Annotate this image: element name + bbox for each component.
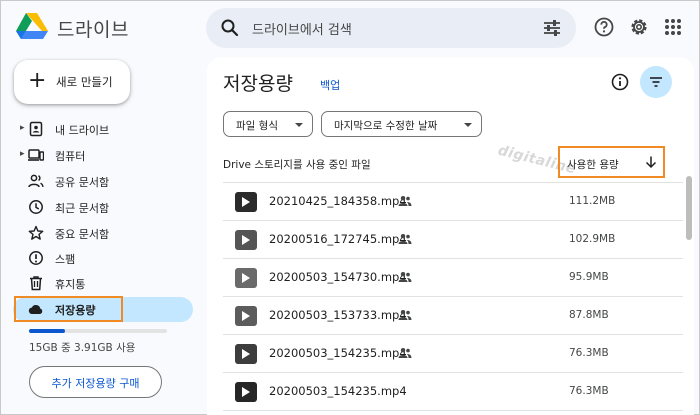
play-icon bbox=[242, 235, 250, 245]
modified-date-filter[interactable]: 마지막으로 수정한 날짜 bbox=[321, 111, 482, 137]
storage-usage-text: 15GB 중 3.91GB 사용 bbox=[29, 342, 136, 354]
sidebar-item-spam[interactable]: 스팸 bbox=[13, 246, 193, 271]
storage-usage-fill bbox=[29, 329, 65, 333]
new-button-label: 새로 만들기 bbox=[56, 75, 113, 89]
trash-icon bbox=[30, 276, 42, 291]
file-type-filter-label: 파일 형식 bbox=[236, 120, 278, 132]
page-title: 저장용량 bbox=[223, 73, 293, 95]
file-name: 20200503_153733.mp4 bbox=[269, 308, 407, 322]
video-thumbnail bbox=[235, 268, 257, 288]
sidebar-item-recent[interactable]: 최근 문서함 bbox=[13, 195, 193, 220]
file-size: 111.2MB bbox=[569, 195, 616, 207]
video-thumbnail bbox=[235, 192, 257, 212]
sidebar-item-label: 내 드라이브 bbox=[55, 124, 110, 137]
dropdown-arrow-icon bbox=[295, 123, 303, 127]
shared-people-icon bbox=[398, 348, 412, 358]
buy-storage-button[interactable]: 추가 저장용량 구매 bbox=[29, 366, 162, 398]
filter-button[interactable] bbox=[640, 66, 672, 98]
computer-icon bbox=[28, 149, 44, 161]
sidebar-item-label: 휴지통 bbox=[55, 278, 86, 291]
file-size: 76.3MB bbox=[569, 385, 609, 397]
video-thumbnail bbox=[235, 230, 257, 250]
file-row[interactable]: 20200503_154235.mp4 76.3MB bbox=[223, 335, 683, 373]
recent-icon bbox=[29, 200, 43, 214]
shared-people-icon bbox=[398, 196, 412, 206]
sort-descending-icon[interactable] bbox=[644, 155, 658, 169]
file-row[interactable]: 20200516_172745.mp4 102.9MB bbox=[223, 221, 683, 259]
storage-usage-bar bbox=[29, 329, 167, 333]
list-header-label: Drive 스토리지를 사용 중인 파일 bbox=[223, 159, 371, 171]
file-name: 20210425_184358.mp4 bbox=[269, 194, 407, 208]
file-name: 20200503_154235.mp4 bbox=[269, 346, 407, 360]
play-icon bbox=[242, 197, 250, 207]
shared-people-icon bbox=[398, 272, 412, 282]
help-icon[interactable] bbox=[593, 16, 615, 38]
shared-icon bbox=[28, 174, 44, 188]
shared-people-icon bbox=[398, 310, 412, 320]
file-name: 20200503_154730.mp4 bbox=[269, 270, 407, 284]
video-thumbnail bbox=[235, 382, 257, 402]
file-name: 20200503_154235.mp4 bbox=[269, 384, 407, 398]
sidebar-item-label: 중요 문서함 bbox=[55, 228, 110, 241]
file-type-filter[interactable]: 파일 형식 bbox=[223, 111, 313, 137]
video-thumbnail bbox=[235, 306, 257, 326]
caret-right-icon[interactable]: ▸ bbox=[20, 149, 25, 159]
file-row[interactable]: 20200503_154730.mp4 95.9MB bbox=[223, 259, 683, 297]
file-row[interactable]: 20200503_154235.mp4 76.3MB bbox=[223, 373, 683, 411]
sidebar-item-label: 스팸 bbox=[55, 253, 76, 266]
file-size: 95.9MB bbox=[569, 271, 609, 283]
search-bar[interactable]: 드라이브에서 검색 bbox=[206, 8, 576, 48]
play-icon bbox=[242, 349, 250, 359]
main-panel: 저장용량 백업 파일 형식 마지막으로 수정한 날짜 Drive 스토리지를 사… bbox=[207, 57, 694, 415]
shared-people-icon bbox=[398, 234, 412, 244]
search-icon[interactable] bbox=[220, 18, 240, 38]
settings-icon[interactable] bbox=[628, 16, 650, 38]
caret-right-icon[interactable]: ▸ bbox=[20, 123, 25, 133]
brand-name: 드라이브 bbox=[57, 19, 129, 41]
app-frame: 드라이브 드라이브에서 검색 + 새로 만들기 ▸ 내 드라이브 ▸ 컴퓨터 공… bbox=[0, 0, 700, 415]
file-row[interactable]: 20210425_184358.mp4 111.2MB bbox=[223, 183, 683, 221]
sidebar-item-my-drive[interactable]: ▸ 내 드라이브 bbox=[13, 117, 193, 142]
sidebar-item-shared[interactable]: 공유 문서함 bbox=[13, 169, 193, 194]
buy-storage-label: 추가 저장용량 구매 bbox=[51, 377, 140, 390]
file-size: 102.9MB bbox=[569, 233, 616, 245]
tune-icon[interactable] bbox=[542, 18, 562, 38]
plus-icon: + bbox=[28, 68, 47, 93]
spam-icon bbox=[29, 251, 43, 265]
play-icon bbox=[242, 311, 250, 321]
apps-icon[interactable] bbox=[662, 16, 684, 38]
scrollbar[interactable] bbox=[686, 176, 692, 240]
play-icon bbox=[242, 273, 250, 283]
sidebar-item-label: 최근 문서함 bbox=[55, 202, 110, 215]
star-icon bbox=[28, 225, 44, 240]
filter-icon bbox=[650, 77, 662, 87]
sidebar-item-label: 공유 문서함 bbox=[55, 176, 110, 189]
sidebar-item-computers[interactable]: ▸ 컴퓨터 bbox=[13, 143, 193, 168]
search-input[interactable]: 드라이브에서 검색 bbox=[252, 19, 352, 38]
info-icon[interactable] bbox=[610, 72, 630, 92]
sidebar-item-starred[interactable]: 중요 문서함 bbox=[13, 221, 193, 246]
file-size: 87.8MB bbox=[569, 309, 609, 321]
sidebar-item-label: 컴퓨터 bbox=[55, 150, 86, 163]
sort-by-size-button[interactable]: 사용한 용량 bbox=[567, 157, 619, 172]
my-drive-icon bbox=[29, 121, 43, 137]
file-row[interactable]: 20200503_153733.mp4 87.8MB bbox=[223, 297, 683, 335]
new-button[interactable]: + 새로 만들기 bbox=[14, 60, 130, 104]
play-icon bbox=[242, 387, 250, 397]
video-thumbnail bbox=[235, 344, 257, 364]
storage-highlight-box bbox=[14, 296, 123, 322]
sidebar-item-trash[interactable]: 휴지통 bbox=[13, 271, 193, 296]
backup-link[interactable]: 백업 bbox=[320, 77, 340, 93]
file-size: 76.3MB bbox=[569, 347, 609, 359]
drive-logo[interactable] bbox=[16, 12, 48, 40]
modified-date-filter-label: 마지막으로 수정한 날짜 bbox=[334, 120, 438, 132]
file-name: 20200516_172745.mp4 bbox=[269, 232, 407, 246]
dropdown-arrow-icon bbox=[464, 123, 472, 127]
